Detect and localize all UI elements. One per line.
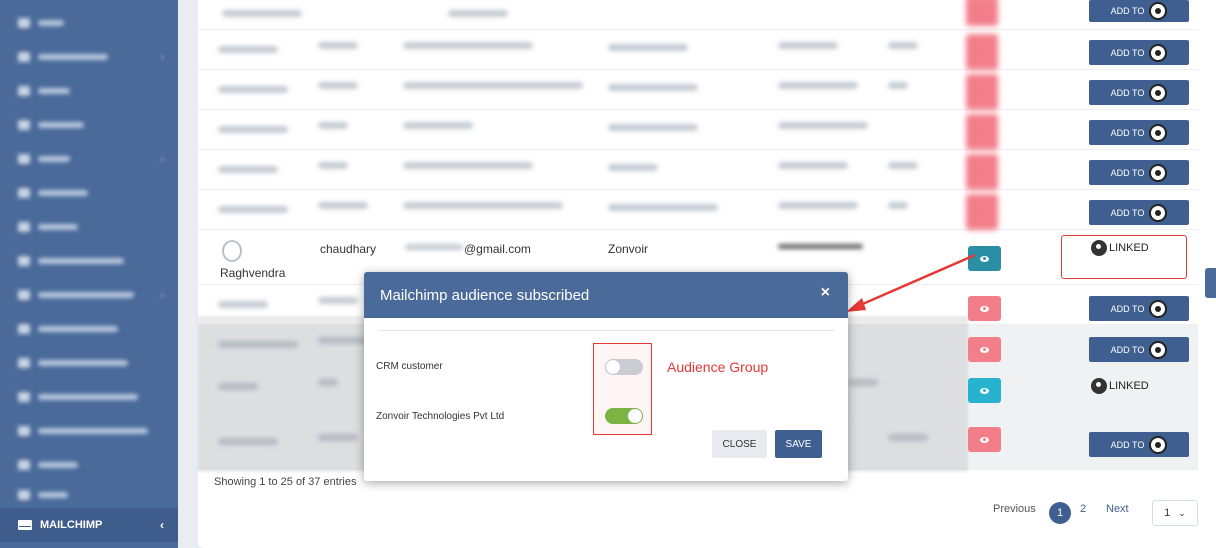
- mailchimp-icon: [1149, 163, 1168, 182]
- add-to-mailchimp-button[interactable]: ADD TO: [1089, 0, 1189, 22]
- mailchimp-icon: [1149, 2, 1168, 20]
- sidebar-item-blurred[interactable]: [0, 178, 178, 208]
- envelope-icon: [18, 520, 32, 530]
- table-row: [198, 110, 1198, 150]
- audience-label: Zonvoir Technologies Pvt Ltd: [376, 411, 505, 422]
- side-panel-tab[interactable]: [1205, 268, 1216, 298]
- page-size-select[interactable]: 1 ⌄: [1152, 500, 1198, 526]
- sidebar-item-blurred[interactable]: ›: [0, 280, 178, 310]
- sidebar-item-blurred[interactable]: ›: [0, 42, 178, 72]
- sidebar-item-blurred[interactable]: [0, 480, 178, 510]
- sidebar: › › › MAILCHIMP ‹: [0, 0, 178, 548]
- add-to-mailchimp-button[interactable]: ADD TO: [1089, 120, 1189, 145]
- table-row: [198, 70, 1198, 110]
- add-to-mailchimp-button[interactable]: ADD TO: [1089, 200, 1189, 225]
- table-row: [198, 190, 1198, 230]
- sidebar-item-blurred[interactable]: [0, 314, 178, 344]
- table-row: [198, 150, 1198, 190]
- linked-highlight-box: [1061, 235, 1187, 279]
- sidebar-item-blurred[interactable]: [0, 8, 178, 38]
- mailchimp-icon: [1149, 203, 1168, 222]
- close-icon[interactable]: ×: [821, 284, 830, 302]
- mailchimp-icon: [1091, 378, 1107, 394]
- first-name-cell: Raghvendra: [220, 266, 286, 280]
- table-row: [198, 30, 1198, 70]
- eye-icon: [980, 436, 989, 443]
- add-to-mailchimp-button[interactable]: ADD TO: [1089, 337, 1189, 362]
- avatar: [222, 240, 242, 262]
- pagination-page-current[interactable]: 1: [1049, 502, 1071, 524]
- table-row: [198, 0, 1198, 30]
- email-cell: @gmail.com: [464, 242, 531, 256]
- add-to-mailchimp-button[interactable]: ADD TO: [1089, 296, 1189, 321]
- save-button[interactable]: SAVE: [775, 430, 822, 458]
- add-to-mailchimp-button[interactable]: ADD TO: [1089, 80, 1189, 105]
- eye-icon: [980, 387, 989, 394]
- mailchimp-icon: [1149, 83, 1168, 102]
- view-button[interactable]: [968, 378, 1001, 403]
- view-button[interactable]: [968, 427, 1001, 452]
- mailchimp-icon: [1149, 435, 1168, 454]
- add-to-mailchimp-button[interactable]: ADD TO: [1089, 160, 1189, 185]
- mailchimp-icon: [1149, 299, 1168, 318]
- toggle-crm-customer[interactable]: [605, 359, 643, 375]
- sidebar-item-blurred[interactable]: [0, 246, 178, 276]
- sidebar-item-blurred[interactable]: [0, 348, 178, 378]
- modal-title: Mailchimp audience subscribed: [380, 286, 590, 304]
- pagination-page-2[interactable]: 2: [1080, 503, 1086, 515]
- sidebar-item-blurred[interactable]: [0, 416, 178, 446]
- eye-icon: [980, 305, 989, 312]
- eye-icon: [980, 255, 989, 262]
- mailchimp-icon: [1149, 43, 1168, 62]
- audience-group-annotation: Audience Group: [667, 359, 769, 375]
- pagination-next[interactable]: Next: [1106, 503, 1129, 515]
- company-cell: Zonvoir: [608, 242, 649, 256]
- add-to-mailchimp-button[interactable]: ADD TO: [1089, 432, 1189, 457]
- annotation-arrow: [846, 253, 976, 312]
- sidebar-item-blurred[interactable]: ›: [0, 144, 178, 174]
- sidebar-item-blurred[interactable]: [0, 212, 178, 242]
- sidebar-item-blurred[interactable]: [0, 450, 178, 480]
- pagination-previous[interactable]: Previous: [993, 503, 1036, 515]
- linked-status: LINKED: [1091, 378, 1149, 394]
- divider: [378, 330, 834, 331]
- entries-info: Showing 1 to 25 of 37 entries: [214, 476, 357, 488]
- close-button[interactable]: CLOSE: [712, 430, 767, 458]
- last-name-cell: chaudhary: [320, 242, 377, 256]
- sidebar-item-mailchimp[interactable]: MAILCHIMP ‹: [0, 508, 178, 542]
- add-to-mailchimp-button[interactable]: ADD TO: [1089, 40, 1189, 65]
- sidebar-item-blurred[interactable]: [0, 76, 178, 106]
- chevron-down-icon: ⌄: [1178, 507, 1186, 518]
- sidebar-item-blurred[interactable]: [0, 110, 178, 140]
- mailchimp-icon: [1149, 123, 1168, 142]
- view-button[interactable]: [968, 337, 1001, 362]
- eye-icon: [980, 346, 989, 353]
- sidebar-item-label: MAILCHIMP: [40, 519, 103, 531]
- chevron-left-icon: ‹: [160, 518, 164, 532]
- mailchimp-icon: [1149, 340, 1168, 359]
- toggle-zonvoir[interactable]: [605, 408, 643, 424]
- sidebar-item-blurred[interactable]: [0, 382, 178, 412]
- audience-label: CRM customer: [376, 361, 443, 372]
- modal-header: Mailchimp audience subscribed: [364, 272, 848, 318]
